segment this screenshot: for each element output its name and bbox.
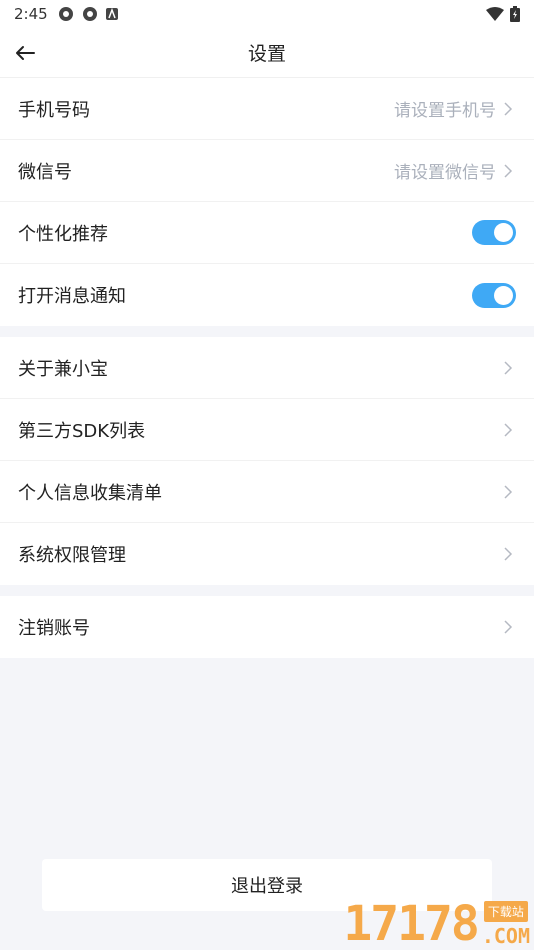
settings-group-info: 关于兼小宝 第三方SDK列表 个人信息收集清单 系统权限管理: [0, 337, 534, 585]
message-notification-toggle[interactable]: [472, 282, 516, 308]
status-bar: 2:45: [0, 0, 534, 28]
chevron-right-icon: [500, 484, 516, 500]
row-label: 关于兼小宝: [18, 358, 108, 380]
back-button[interactable]: [12, 40, 38, 66]
row-label: 系统权限管理: [18, 545, 126, 566]
personalized-recommendation-toggle[interactable]: [472, 220, 516, 245]
wechat-id-row[interactable]: 微信号 请设置微信号: [0, 140, 534, 202]
phone-number-row[interactable]: 手机号码 请设置手机号: [0, 78, 534, 140]
group-divider: [0, 585, 534, 596]
third-party-sdk-row[interactable]: 第三方SDK列表: [0, 399, 534, 461]
chevron-right-icon: [500, 619, 516, 635]
watermark-tag: 下载站: [483, 901, 528, 922]
page-title: 设置: [247, 43, 286, 65]
row-hint: 请设置手机号: [394, 101, 496, 121]
chevron-right-icon: [500, 422, 516, 438]
settings-group-account: 手机号码 请设置手机号 微信号 请设置微信号 个性化推荐 打开消息通知: [0, 78, 534, 326]
row-label: 微信号: [18, 161, 72, 183]
row-label: 手机号码: [18, 99, 90, 121]
watermark-digits: 17178: [343, 896, 479, 950]
chevron-right-icon: [500, 101, 516, 117]
status-time: 2:45: [14, 5, 48, 23]
about-row[interactable]: 关于兼小宝: [0, 337, 534, 399]
app-bar: 设置: [0, 28, 534, 78]
watermark-domain: .COM: [481, 924, 530, 948]
row-label: 第三方SDK列表: [18, 420, 146, 442]
toggle-knob: [494, 285, 513, 305]
toggle-knob: [494, 223, 513, 242]
chevron-right-icon: [500, 360, 516, 376]
delete-account-row[interactable]: 注销账号: [0, 596, 534, 658]
battery-icon: [510, 6, 520, 22]
personalized-recommendation-row: 个性化推荐: [0, 202, 534, 264]
row-hint: 请设置微信号: [394, 163, 496, 183]
app-notification-icon: [58, 7, 73, 21]
message-notification-row: 打开消息通知: [0, 264, 534, 326]
system-permissions-row[interactable]: 系统权限管理: [0, 523, 534, 585]
wifi-icon: [486, 7, 504, 21]
settings-group-account-deletion: 注销账号: [0, 596, 534, 658]
site-watermark: 17178 下载站 .COM: [343, 900, 530, 948]
row-label: 注销账号: [18, 618, 90, 639]
row-label: 个性化推荐: [18, 223, 108, 245]
row-label: 个人信息收集清单: [18, 482, 162, 504]
group-divider: [0, 326, 534, 337]
chevron-right-icon: [500, 163, 516, 179]
personal-info-list-row[interactable]: 个人信息收集清单: [0, 461, 534, 523]
chevron-right-icon: [500, 546, 516, 562]
back-arrow-icon: [16, 46, 35, 60]
a-notification-icon: [105, 8, 118, 20]
row-label: 打开消息通知: [18, 286, 126, 307]
app-notification-icon: [82, 7, 97, 21]
